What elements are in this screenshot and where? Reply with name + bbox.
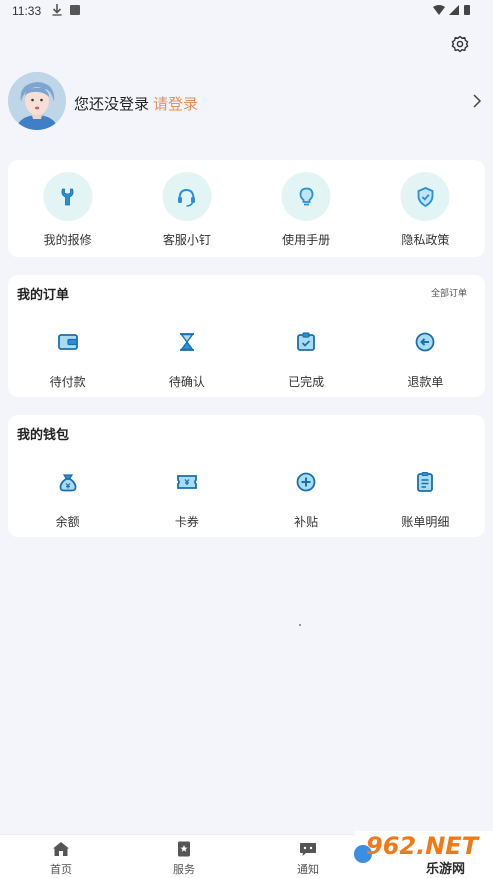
nav-label: 服务 (173, 863, 195, 876)
tool-label: 隐私政策 (401, 233, 450, 247)
orders-card: 我的订单 全部订单 待付款 待确认 已完成 退款单 (8, 275, 485, 397)
subsidy-icon (296, 472, 316, 492)
login-prompt: 您还没登录 请登录 (74, 93, 198, 114)
refund-icon (415, 332, 435, 352)
wallet-label: 账单明细 (401, 515, 450, 529)
order-label: 待付款 (49, 375, 86, 389)
not-logged-text: 您还没登录 (74, 95, 150, 113)
all-orders-link[interactable]: 全部订单 (431, 286, 467, 299)
order-label: 已完成 (288, 375, 325, 389)
order-completed[interactable]: 已完成 (247, 329, 366, 391)
wallet-coupons[interactable]: 卡券 (127, 469, 246, 531)
chevron-right-icon (473, 94, 482, 108)
avatar (8, 72, 66, 130)
tool-label: 客服小钉 (162, 233, 211, 247)
tool-customer-service[interactable]: 客服小钉 (127, 172, 246, 252)
login-link[interactable]: 请登录 (153, 95, 198, 113)
nav-home[interactable]: 首页 (31, 839, 91, 877)
wallet-balance[interactable]: 余额 (8, 469, 127, 531)
gear-icon (451, 35, 469, 53)
headset-icon (178, 188, 196, 207)
hourglass-icon (179, 333, 194, 351)
nav-notification[interactable]: 通知 (278, 839, 338, 877)
notification-icon (300, 843, 316, 856)
order-label: 退款单 (407, 375, 444, 389)
tool-my-repair[interactable]: 我的报修 (8, 172, 127, 252)
order-refund[interactable]: 退款单 (366, 329, 485, 391)
download-icon (52, 4, 62, 16)
nav-service[interactable]: 服务 (154, 839, 214, 877)
status-bar: 11:33 (0, 0, 493, 22)
nav-label: 通知 (297, 863, 319, 876)
wallet-card: 我的钱包 余额 卡券 补贴 账单明细 (8, 415, 485, 537)
order-label: 待确认 (168, 375, 205, 389)
ticket-icon (176, 475, 197, 489)
status-time: 11:33 (12, 4, 42, 18)
watermark-brand: 962.NET (366, 832, 479, 860)
app-notification-icon (70, 5, 80, 15)
loading-dot (299, 624, 301, 626)
tool-user-manual[interactable]: 使用手册 (247, 172, 366, 252)
watermark-logo: 962.NET 乐游网 (354, 831, 493, 878)
tool-label: 使用手册 (282, 233, 331, 247)
order-pending-confirm[interactable]: 待确认 (127, 329, 246, 391)
money-bag-icon (59, 474, 77, 492)
bill-icon (417, 472, 434, 492)
tool-label: 我的报修 (43, 233, 92, 247)
wallet-label: 补贴 (294, 515, 319, 529)
orders-title: 我的订单 (17, 288, 70, 303)
signal-battery-icon (433, 5, 470, 15)
wallet-bill-details[interactable]: 账单明细 (366, 469, 485, 531)
wallet-title: 我的钱包 (17, 428, 70, 443)
tool-privacy-policy[interactable]: 隐私政策 (366, 172, 485, 252)
wallet-icon (57, 334, 78, 350)
clipboard-check-icon (297, 332, 316, 351)
watermark-text: 乐游网 (426, 862, 466, 877)
wallet-label: 余额 (55, 515, 80, 529)
settings-button[interactable] (450, 34, 470, 54)
order-pending-payment[interactable]: 待付款 (8, 329, 127, 391)
service-icon (178, 841, 190, 857)
tools-card: 我的报修 客服小钉 使用手册 隐私政策 (8, 160, 485, 257)
wallet-label: 卡券 (174, 515, 199, 529)
lightbulb-icon (299, 187, 314, 205)
nav-label: 首页 (50, 863, 72, 876)
avatar-illustration (8, 72, 66, 130)
wrench-icon (61, 188, 74, 205)
home-icon (53, 842, 69, 856)
profile-section[interactable]: 您还没登录 请登录 (8, 72, 486, 134)
wallet-subsidy[interactable]: 补贴 (247, 469, 366, 531)
shield-check-icon (417, 186, 434, 207)
